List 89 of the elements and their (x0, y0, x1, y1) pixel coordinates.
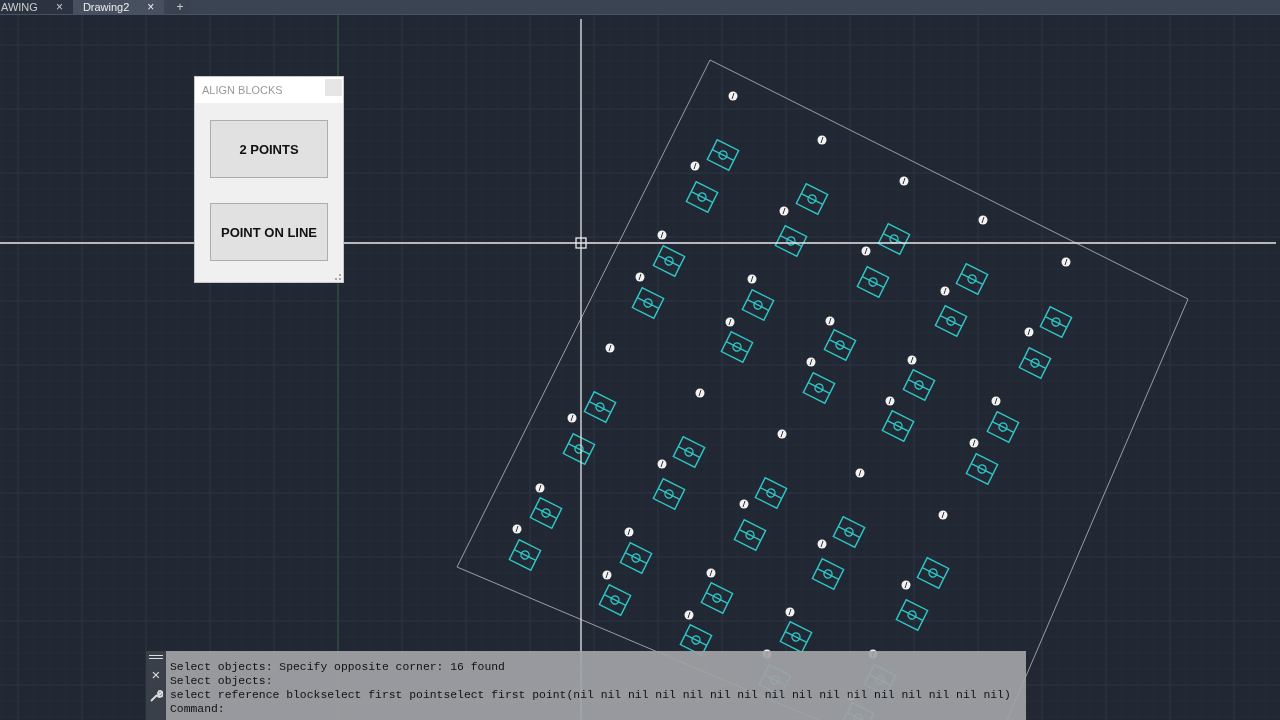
block-symbol (619, 541, 653, 575)
block-symbol (720, 330, 754, 364)
point-marker (938, 510, 948, 520)
new-tab-button[interactable]: + (168, 0, 192, 14)
command-history-line: Select objects: Specify opposite corner: 16 found (170, 660, 506, 674)
block-symbol (902, 368, 936, 402)
block-symbol (895, 598, 929, 632)
block-symbol (1018, 346, 1052, 380)
point-marker (684, 610, 694, 620)
point-marker (855, 468, 865, 478)
block-symbol (856, 265, 890, 299)
command-history-line: select reference blockselect first pointselect first point(nil nil nil nil nil nil nil nil nil nil nil nil nil nil nil nil) (170, 688, 1011, 702)
close-tab-button[interactable]: × (55, 0, 63, 14)
point-marker (605, 343, 615, 353)
point-marker (690, 161, 700, 171)
command-prompt[interactable]: Command: (170, 702, 1011, 716)
block-symbol (823, 328, 857, 362)
point-marker (991, 396, 1001, 406)
point-marker (817, 135, 827, 145)
block-symbol (955, 262, 989, 296)
block-symbol (733, 518, 767, 552)
option-button[interactable]: 2 POINTS (210, 120, 328, 178)
point-marker (861, 246, 871, 256)
block-symbol (1039, 305, 1073, 339)
point-marker (624, 527, 634, 537)
block-symbol (934, 304, 968, 338)
dialog-title: ALIGN BLOCKS (202, 84, 283, 96)
point-marker (885, 396, 895, 406)
point-marker (779, 206, 789, 216)
point-marker (602, 570, 612, 580)
point-marker (907, 355, 917, 365)
block-symbol (652, 244, 686, 278)
point-marker (806, 357, 816, 367)
point-marker (706, 568, 716, 578)
point-marker (901, 580, 911, 590)
block-symbol (562, 432, 596, 466)
point-marker (728, 91, 738, 101)
wrench-icon[interactable] (149, 689, 163, 703)
point-marker (567, 413, 577, 423)
block-symbol (583, 390, 617, 424)
block-symbol (741, 288, 775, 322)
block-symbol (529, 496, 563, 530)
drag-handle-icon[interactable] (149, 655, 163, 661)
point-marker (739, 499, 749, 509)
point-marker (657, 230, 667, 240)
block-symbol (774, 224, 808, 258)
point-marker (1061, 257, 1071, 267)
close-button[interactable]: × (151, 669, 161, 681)
block-symbol (754, 476, 788, 510)
block-symbol (986, 410, 1020, 444)
block-symbol (508, 538, 542, 572)
block-symbol (631, 286, 665, 320)
point-marker (777, 429, 787, 439)
point-marker (899, 176, 909, 186)
option-button[interactable]: POINT ON LINE (210, 203, 328, 261)
block-symbol (700, 581, 734, 615)
point-marker (695, 388, 705, 398)
command-history-line: Select objects: (170, 674, 274, 688)
point-marker (747, 274, 757, 284)
point-marker (978, 215, 988, 225)
point-marker (940, 286, 950, 296)
point-marker (817, 539, 827, 549)
block-symbol (706, 138, 740, 172)
point-marker (512, 524, 522, 534)
block-symbol (916, 556, 950, 590)
point-marker (825, 316, 835, 326)
block-symbol (672, 435, 706, 469)
point-marker (1024, 327, 1034, 337)
resize-grip-icon[interactable] (334, 273, 342, 281)
block-symbol (832, 515, 866, 549)
block-symbol (652, 477, 686, 511)
point-marker (657, 459, 667, 469)
block-symbol (779, 620, 813, 654)
file-tab[interactable]: AWING × (0, 0, 73, 14)
point-marker (535, 483, 545, 493)
block-symbol (795, 182, 829, 216)
point-marker (969, 438, 979, 448)
block-symbol (965, 452, 999, 486)
block-symbol (877, 222, 911, 256)
block-symbol (811, 557, 845, 591)
close-tab-button[interactable]: × (147, 0, 155, 14)
block-symbol (881, 409, 915, 443)
block-symbol (685, 180, 719, 214)
point-marker (785, 607, 795, 617)
point-marker (725, 317, 735, 327)
file-tab[interactable]: Drawing2 × (72, 0, 165, 14)
block-symbol (802, 371, 836, 405)
block-symbol (598, 583, 632, 617)
point-marker (635, 272, 645, 282)
